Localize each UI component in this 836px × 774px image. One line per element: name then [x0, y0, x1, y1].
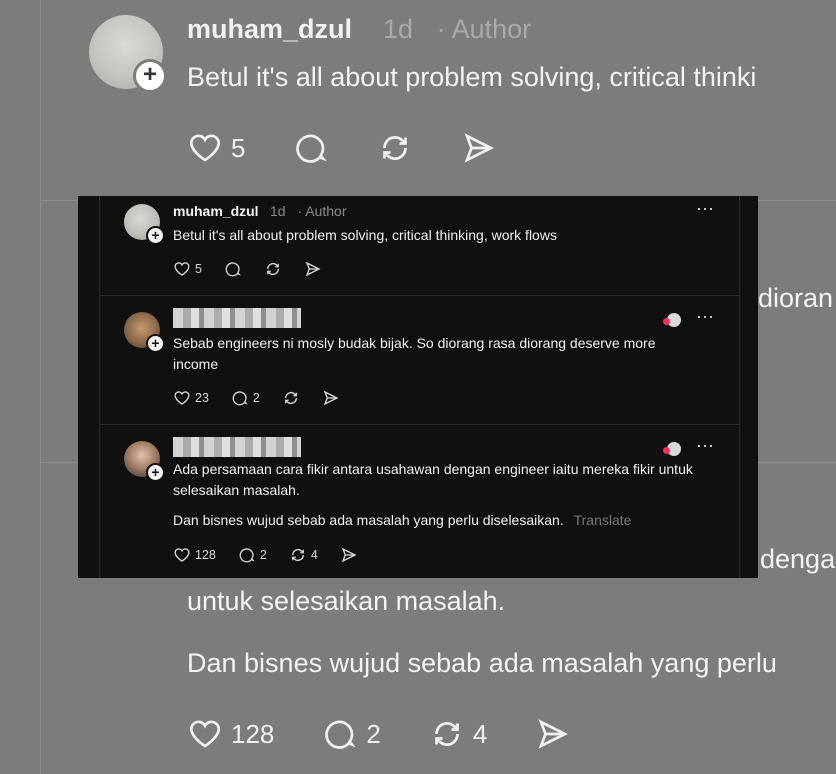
send-icon [305, 261, 321, 277]
post-meta: 1d · Author [270, 203, 347, 219]
liked-by-author-avatar [663, 313, 681, 327]
like-count: 128 [231, 718, 275, 749]
like-button[interactable]: 128 [173, 546, 216, 564]
send-icon [538, 719, 569, 749]
reply-post: + muham_dzul 1d · Author ⋯ Betul it's al… [100, 196, 739, 296]
repost-button[interactable]: 4 [429, 716, 487, 752]
username[interactable]: muham_dzul [187, 14, 352, 45]
thread-line [40, 0, 41, 774]
follow-plus-icon[interactable]: + [146, 226, 165, 245]
post-text-2: Dan bisnes wujud sebab ada masalah yang … [173, 510, 693, 531]
heart-icon [174, 391, 190, 405]
like-button[interactable]: 5 [187, 130, 245, 166]
like-count: 5 [195, 262, 202, 276]
username[interactable]: muham_dzul [173, 203, 259, 219]
heart-icon [174, 262, 190, 276]
repost-icon [435, 722, 459, 746]
author-badge: · Author [297, 203, 347, 219]
repost-button[interactable] [282, 389, 300, 407]
comment-icon [296, 134, 328, 163]
action-bar: 5 [173, 260, 344, 278]
repost-button[interactable]: 4 [289, 546, 318, 564]
partial-text: denga [760, 544, 836, 574]
repost-icon [383, 136, 408, 160]
thread-screenshot-panel: + muham_dzul 1d · Author ⋯ Betul it's al… [78, 196, 758, 578]
post-text-line: Dan bisnes wujud sebab ada masalah yang … [187, 648, 777, 678]
more-options-icon[interactable]: ⋯ [696, 199, 715, 220]
reply-count: 2 [366, 718, 381, 749]
repost-button[interactable] [264, 260, 282, 278]
repost-count: 4 [472, 718, 488, 749]
comment-icon [225, 262, 241, 277]
like-count: 23 [195, 391, 209, 405]
post-text-line: Dan bisnes wujud sebab ada masalah yang … [173, 512, 564, 528]
share-button[interactable] [535, 716, 571, 752]
reply-text: Betul it's all about problem solving, cr… [187, 62, 757, 92]
share-button[interactable] [322, 389, 340, 407]
action-bar: 128 2 4 [173, 546, 380, 564]
timestamp: 1d [383, 14, 414, 44]
avatar[interactable]: + [124, 441, 165, 482]
partial-text: dioran [758, 283, 834, 313]
post-meta: 1d · Author [383, 14, 531, 45]
action-bar: 23 2 [173, 389, 362, 407]
post-text: Betul it's all about problem solving, cr… [173, 227, 557, 243]
repost-icon [284, 392, 297, 404]
post-text: Sebab engineers ni mosly budak bijak. So… [173, 335, 656, 372]
avatar[interactable]: + [124, 312, 165, 353]
send-icon [323, 390, 339, 406]
reply-button[interactable] [293, 130, 329, 166]
heart-icon [174, 548, 190, 562]
timestamp: 1d [270, 203, 286, 219]
comment-icon [239, 548, 255, 563]
heart-icon [189, 134, 221, 162]
translate-link[interactable]: Translate [574, 512, 632, 528]
blurred-username [173, 308, 301, 328]
post-text: Ada persamaan cara fikir antara usahawan… [173, 461, 693, 498]
share-button[interactable] [461, 130, 497, 166]
reply-post: + ⋯ Sebab engineers ni mosly budak bijak… [100, 296, 739, 425]
action-bar: 5 [187, 130, 545, 166]
reply-count: 2 [259, 548, 267, 562]
panel-border [739, 196, 740, 578]
reply-count: 2 [252, 391, 260, 405]
more-options-icon[interactable]: ⋯ [696, 307, 715, 328]
liked-by-author-avatar [663, 442, 681, 456]
repost-icon [291, 549, 304, 561]
like-button[interactable]: 128 [187, 716, 274, 752]
comment-icon [325, 720, 357, 749]
reply-button[interactable] [224, 260, 242, 278]
reply-button[interactable]: 2 [231, 389, 260, 407]
like-count: 128 [195, 548, 216, 562]
send-icon [464, 133, 495, 163]
comment-icon [232, 391, 248, 406]
like-button[interactable]: 23 [173, 389, 209, 407]
reply-button[interactable]: 2 [322, 716, 381, 752]
like-count: 5 [231, 132, 246, 163]
follow-plus-icon[interactable]: + [146, 463, 165, 482]
follow-plus-icon[interactable]: + [133, 59, 167, 93]
share-button[interactable] [304, 260, 322, 278]
repost-count: 4 [310, 548, 318, 562]
repost-button[interactable] [377, 130, 413, 166]
repost-icon [267, 263, 279, 275]
action-bar: 128 2 4 [187, 716, 619, 752]
share-button[interactable] [340, 546, 358, 564]
follow-plus-icon[interactable]: + [146, 334, 165, 353]
more-options-icon[interactable]: ⋯ [696, 436, 715, 457]
send-icon [341, 547, 357, 563]
like-button[interactable]: 5 [173, 260, 202, 278]
post-text-line: untuk selesaikan masalah. [187, 586, 506, 616]
heart-icon [189, 720, 221, 748]
avatar[interactable]: + [89, 15, 167, 93]
author-badge: · Author [436, 14, 532, 44]
reply-button[interactable]: 2 [238, 546, 267, 564]
blurred-username [173, 437, 301, 457]
avatar[interactable]: + [124, 204, 165, 245]
reply-post: + ⋯ Ada persamaan cara fikir antara usah… [100, 425, 739, 578]
